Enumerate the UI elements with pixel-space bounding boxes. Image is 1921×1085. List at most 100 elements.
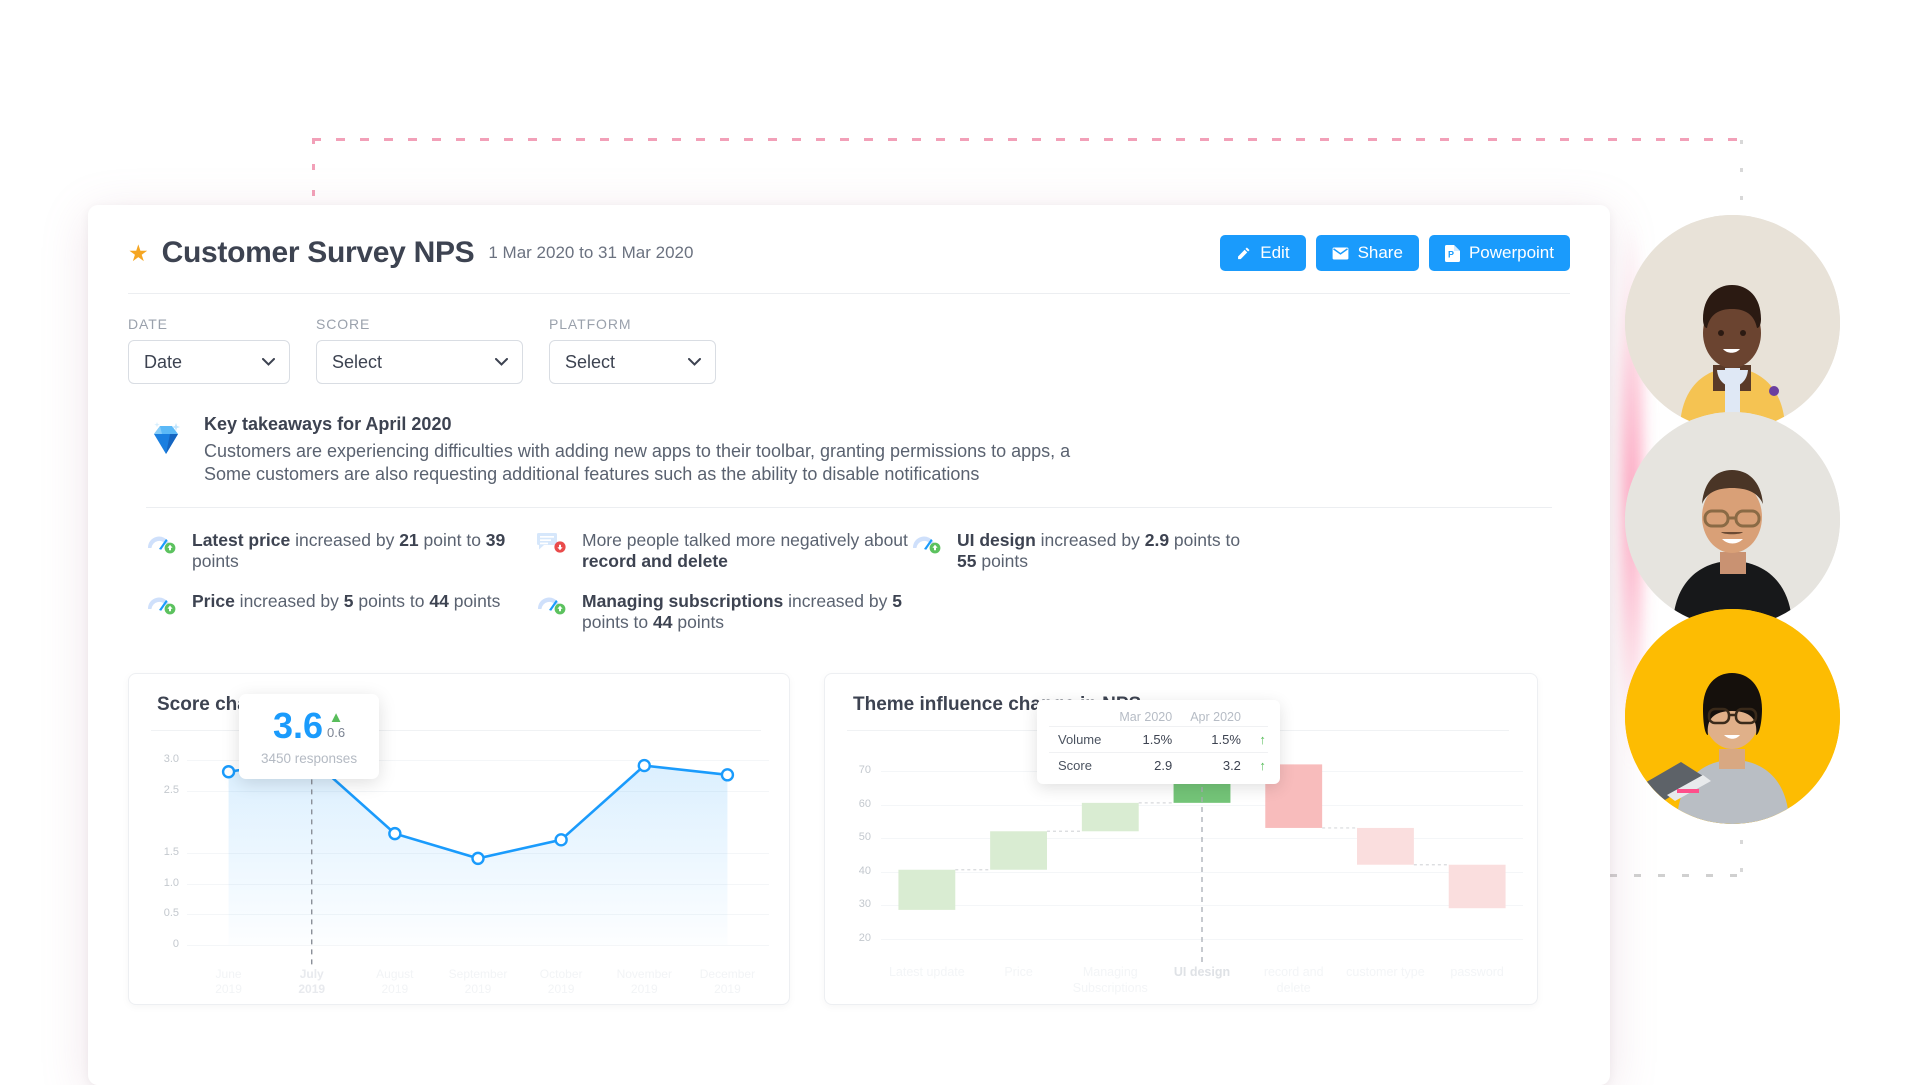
- platform-select-value: Select: [565, 351, 616, 372]
- key-takeaways: Key takeaways for April 2020 Customers a…: [88, 384, 1610, 485]
- score-change-chart-card: Score change over time 3.02.51.51.00.50J…: [128, 673, 790, 1006]
- insight-part: points: [976, 551, 1029, 572]
- date-range: 1 Mar 2020 to 31 Mar 2020: [488, 243, 694, 262]
- waterfall-tooltip: Mar 2020 Apr 2020 Volume 1.5% 1.5% ↑ Sco…: [1037, 700, 1280, 785]
- score-select[interactable]: Select: [316, 340, 523, 384]
- insight-item-managing-subscriptions[interactable]: Managing subscriptions increased by 5 po…: [536, 591, 911, 634]
- insight-item-price[interactable]: Price increased by 5 points to 44 points: [146, 591, 536, 634]
- tooltip-row-apr: 3.2: [1181, 752, 1250, 779]
- insight-part: points to: [1169, 530, 1241, 550]
- insight-text: Managing subscriptions increased by 5 po…: [582, 591, 911, 634]
- tooltip-col-mar: Mar 2020: [1119, 710, 1173, 725]
- data-point[interactable]: [637, 759, 651, 773]
- insight-item-ui-design[interactable]: UI design increased by 2.9 points to 55 …: [911, 530, 1261, 573]
- data-point[interactable]: [720, 768, 735, 782]
- tooltip-row-label: Score: [1049, 752, 1111, 779]
- svg-text:P: P: [1448, 249, 1454, 259]
- x-axis-tick: September 2019: [448, 967, 508, 996]
- decorative-dotted-line-bottom: [1610, 874, 1750, 877]
- waterfall-bar[interactable]: [898, 870, 956, 911]
- edit-button[interactable]: Edit: [1220, 235, 1306, 271]
- gauge-up-icon: [146, 531, 176, 560]
- up-arrow-icon: ↑: [1249, 726, 1268, 753]
- data-point[interactable]: [471, 852, 485, 866]
- data-point[interactable]: [388, 827, 402, 841]
- decorative-dotted-line-left: [312, 138, 315, 200]
- waterfall-bar[interactable]: [990, 831, 1048, 871]
- insight-item-record-and-delete[interactable]: More people talked more negatively about…: [536, 530, 911, 573]
- insight-part: increased by: [290, 530, 400, 550]
- insight-part: 39: [485, 530, 506, 550]
- insight-part: points: [448, 590, 501, 611]
- envelope-icon: [1332, 246, 1348, 260]
- gauge-up-icon: [146, 592, 176, 621]
- x-axis-tick: November 2019: [616, 967, 672, 996]
- header-actions: Edit Share P Powerpoint: [1220, 235, 1570, 271]
- waterfall-bar[interactable]: [1448, 865, 1506, 909]
- portrait-woman-laptop-yellow-background: [1625, 609, 1840, 824]
- data-point[interactable]: [221, 765, 236, 779]
- star-icon[interactable]: ★: [128, 241, 149, 265]
- powerpoint-button[interactable]: P Powerpoint: [1428, 235, 1570, 271]
- platform-select[interactable]: Select: [549, 340, 716, 384]
- insight-part: points: [672, 612, 725, 633]
- powerpoint-icon: P: [1444, 244, 1460, 262]
- insight-part: Price: [192, 590, 235, 611]
- insight-part: 55: [957, 551, 977, 572]
- insight-part: 5: [892, 590, 902, 611]
- insight-part: points: [192, 551, 239, 572]
- insight-part: 5: [343, 590, 354, 611]
- edit-button-label: Edit: [1260, 243, 1290, 262]
- waterfall-bar[interactable]: [1081, 803, 1139, 832]
- insight-row: Price increased by 5 points to 44 points…: [146, 591, 1570, 634]
- insight-part: 21: [399, 530, 419, 550]
- insight-part: Managing subscriptions: [582, 590, 784, 611]
- data-point[interactable]: [554, 833, 568, 847]
- line-chart-tooltip: 3.6 ▲ 0.6 3450 responses: [239, 694, 380, 780]
- insight-part: 44: [429, 590, 449, 611]
- score-change-plot: 3.0 2.5 1.5 1.0 0.5 0 June 2019 July 2019 August 20…: [129, 737, 789, 1004]
- insight-part: UI design: [957, 530, 1036, 550]
- insight-text: Latest price increased by 21 point to 39…: [192, 530, 536, 573]
- decorative-dotted-line-top: [312, 138, 1742, 141]
- gauge-up-icon: [536, 592, 566, 621]
- insight-text: Price increased by 5 points to 44 points: [192, 591, 500, 612]
- up-arrow-icon: ▲: [328, 709, 344, 727]
- insight-part: Latest price: [192, 530, 291, 550]
- date-select[interactable]: Date: [128, 340, 290, 384]
- negative-comment-icon: [536, 531, 566, 560]
- share-button[interactable]: Share: [1315, 235, 1419, 271]
- insight-part: points to: [582, 612, 654, 633]
- filter-score: SCORE Select: [316, 316, 523, 384]
- x-axis-tick: October 2019: [539, 967, 583, 996]
- portrait-man-glasses-black-shirt: [1625, 412, 1840, 627]
- score-select-value: Select: [332, 351, 383, 372]
- chevron-down-icon: [495, 358, 508, 366]
- x-axis-tick: August 2019: [376, 967, 414, 996]
- gauge-up-icon: [911, 531, 941, 560]
- filter-score-label: SCORE: [316, 316, 371, 332]
- tooltip-delta-value: 0.6: [327, 725, 346, 741]
- diamond-icon: [146, 420, 186, 485]
- charts-row: Score change over time 3.02.51.51.00.50J…: [88, 651, 1610, 1006]
- key-takeaways-title: Key takeaways for April 2020: [204, 414, 452, 434]
- tooltip-value: 3.6: [272, 705, 324, 747]
- tooltip-row-label: Volume: [1049, 726, 1111, 753]
- key-takeaways-line-2: Some customers are also requesting addit…: [204, 463, 980, 484]
- line-series: [221, 752, 735, 966]
- key-takeaways-line-1: Customers are experiencing difficulties …: [204, 441, 1071, 461]
- insight-text: UI design increased by 2.9 points to 55 …: [957, 530, 1261, 573]
- tooltip-corner: [1049, 708, 1110, 727]
- portrait-woman-yellow-blazer: [1625, 215, 1840, 430]
- insight-row: Latest price increased by 21 point to 39…: [146, 530, 1570, 573]
- tooltip-row-apr: 1.5%: [1181, 726, 1250, 753]
- insight-item-latest-price[interactable]: Latest price increased by 21 point to 39…: [146, 530, 536, 573]
- insight-part: increased by: [783, 590, 893, 611]
- insight-part: increased by: [1035, 530, 1145, 550]
- pencil-icon: [1238, 247, 1250, 259]
- tooltip-delta: ▲ 0.6: [327, 710, 345, 741]
- date-select-value: Date: [144, 351, 183, 372]
- insight-text: More people talked more negatively about…: [582, 530, 911, 573]
- filter-date-label: DATE: [128, 316, 168, 332]
- waterfall-bar[interactable]: [1356, 828, 1414, 866]
